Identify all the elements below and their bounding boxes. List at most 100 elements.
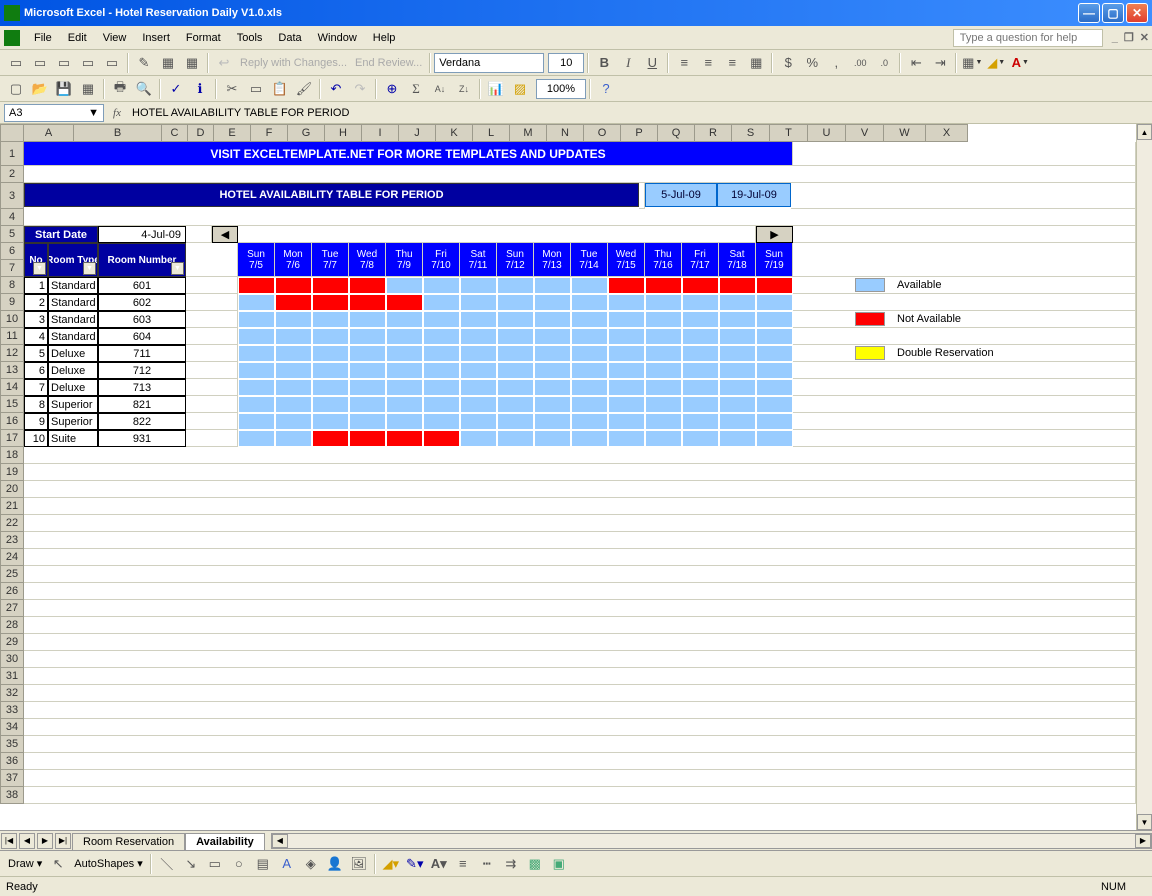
availability-cell[interactable] [312,379,349,396]
availability-cell[interactable] [349,379,386,396]
availability-cell[interactable] [497,294,534,311]
row-header-18[interactable]: 18 [0,447,24,464]
col-header-S[interactable]: S [732,124,770,142]
availability-cell[interactable] [275,345,312,362]
accept-icon[interactable]: ▦ [181,52,203,74]
availability-cell[interactable] [571,277,608,294]
comment3-icon[interactable]: ▭ [53,52,75,74]
availability-cell[interactable] [349,413,386,430]
cell[interactable] [24,515,1136,532]
cell[interactable] [24,209,1136,226]
availability-cell[interactable] [423,345,460,362]
header-roomnumber[interactable]: Room Number▼ [98,243,186,277]
print-button[interactable]: 🖶 [109,78,131,100]
row-header-20[interactable]: 20 [0,481,24,498]
availability-cell[interactable] [571,396,608,413]
availability-cell[interactable] [608,294,645,311]
sort-asc-button[interactable]: A↓ [429,78,451,100]
availability-cell[interactable] [460,277,497,294]
day-header-7/10[interactable]: Fri7/10 [423,243,460,277]
hyperlink-button[interactable]: ⊕ [381,78,403,100]
fill-color-button[interactable]: ◢▼ [985,52,1007,74]
save-button[interactable]: 💾 [53,78,75,100]
comment-icon[interactable]: ▭ [5,52,27,74]
row-header-31[interactable]: 31 [0,668,24,685]
room-no[interactable]: 10 [24,430,48,447]
scroll-up-arrow[interactable]: ▲ [1137,124,1152,140]
cut-button[interactable]: ✂ [221,78,243,100]
bold-button[interactable]: B [593,52,615,74]
col-header-J[interactable]: J [399,124,436,142]
col-header-M[interactable]: M [510,124,547,142]
room-type[interactable]: Deluxe [48,345,98,362]
availability-cell[interactable] [756,345,793,362]
cell[interactable] [24,481,1136,498]
col-header-E[interactable]: E [214,124,251,142]
permission-button[interactable]: ▦ [77,78,99,100]
availability-cell[interactable] [608,430,645,447]
row-header-24[interactable]: 24 [0,549,24,566]
day-header-7/19[interactable]: Sun7/19 [756,243,793,277]
availability-cell[interactable] [571,362,608,379]
row-header-14[interactable]: 14 [0,379,24,396]
day-header-7/7[interactable]: Tue7/7 [312,243,349,277]
availability-cell[interactable] [645,328,682,345]
availability-cell[interactable] [349,430,386,447]
availability-cell[interactable] [312,430,349,447]
day-header-7/18[interactable]: Sat7/18 [719,243,756,277]
cell[interactable] [24,566,1136,583]
autosum-button[interactable]: Σ [405,78,427,100]
row-header-25[interactable]: 25 [0,566,24,583]
availability-cell[interactable] [719,430,756,447]
availability-cell[interactable] [275,413,312,430]
availability-cell[interactable] [719,413,756,430]
availability-cell[interactable] [608,311,645,328]
availability-cell[interactable] [645,413,682,430]
availability-cell[interactable] [275,328,312,345]
cell[interactable] [793,294,1136,311]
availability-cell[interactable] [534,294,571,311]
row-header-10[interactable]: 10 [0,311,24,328]
row-header-12[interactable]: 12 [0,345,24,362]
availability-cell[interactable] [275,294,312,311]
availability-cell[interactable] [312,396,349,413]
availability-cell[interactable] [682,362,719,379]
availability-cell[interactable] [460,328,497,345]
cell[interactable] [186,345,238,362]
room-number[interactable]: 603 [98,311,186,328]
col-header-A[interactable]: A [24,124,74,142]
row-header-2[interactable]: 2 [0,166,24,183]
availability-cell[interactable] [645,311,682,328]
row-header-36[interactable]: 36 [0,753,24,770]
availability-cell[interactable] [386,311,423,328]
availability-cell[interactable] [571,294,608,311]
hscroll-left-arrow[interactable]: ◀ [272,834,288,848]
day-header-7/13[interactable]: Mon7/13 [534,243,571,277]
availability-cell[interactable] [312,362,349,379]
room-number[interactable]: 713 [98,379,186,396]
underline-button[interactable]: U [641,52,663,74]
availability-cell[interactable] [645,379,682,396]
availability-cell[interactable] [497,277,534,294]
row-header-30[interactable]: 30 [0,651,24,668]
room-type[interactable]: Deluxe [48,362,98,379]
room-type[interactable]: Standard [48,328,98,345]
availability-cell[interactable] [756,294,793,311]
maximize-button[interactable]: ▢ [1102,3,1124,23]
fontsize-select[interactable] [548,53,584,73]
availability-cell[interactable] [312,328,349,345]
room-no[interactable]: 9 [24,413,48,430]
col-header-G[interactable]: G [288,124,325,142]
cell[interactable] [793,396,1136,413]
col-header-C[interactable]: C [162,124,188,142]
availability-cell[interactable] [682,430,719,447]
row-header-7[interactable]: 7 [0,260,24,277]
scroll-down-arrow[interactable]: ▼ [1137,814,1152,830]
room-no[interactable]: 2 [24,294,48,311]
col-header-Q[interactable]: Q [658,124,695,142]
availability-cell[interactable] [460,430,497,447]
availability-cell[interactable] [423,413,460,430]
cell[interactable] [186,328,238,345]
minimize-button[interactable]: — [1078,3,1100,23]
cell[interactable] [24,651,1136,668]
